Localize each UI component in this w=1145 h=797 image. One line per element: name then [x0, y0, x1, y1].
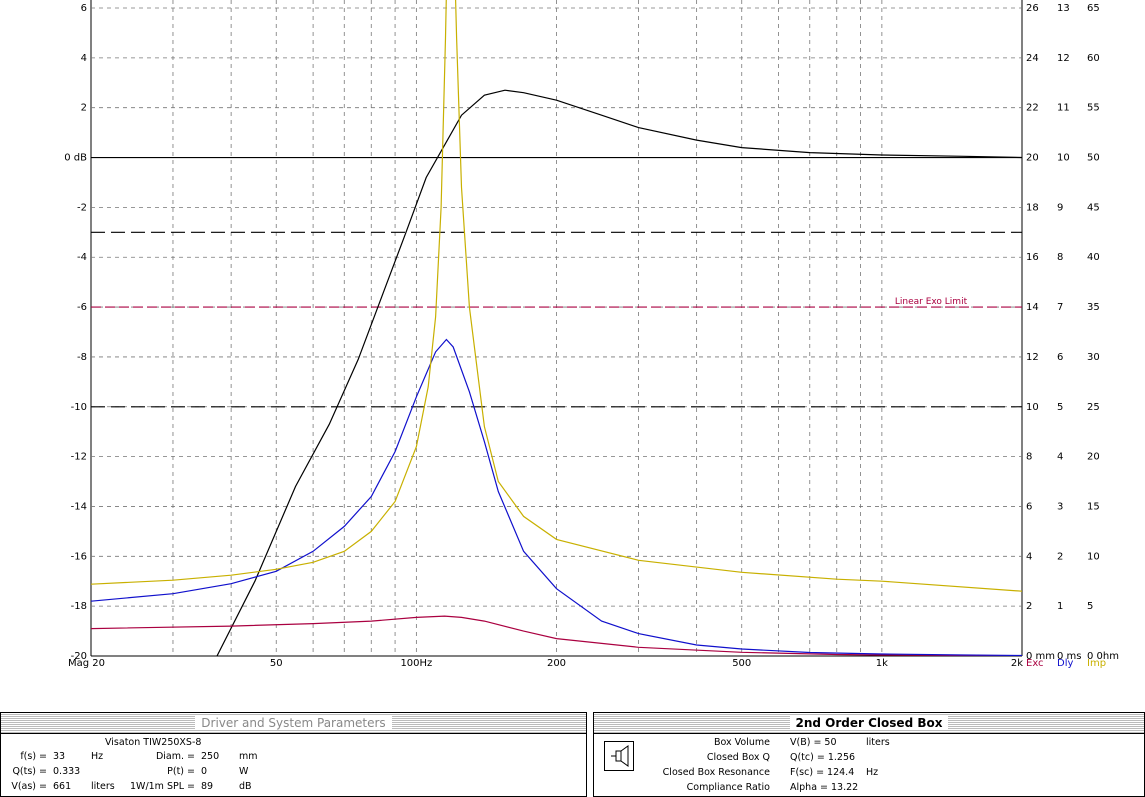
right-axis-tick-exc: 8	[1026, 452, 1032, 463]
frequency-response-chart: Linear Exo Limit 6 4 2 0 dB -2 -4 -6 -8 -10 -12 -14…	[0, 0, 1145, 700]
y-tick-label: 6	[81, 3, 87, 14]
y-tick-label: -10	[71, 402, 87, 413]
right-axis-tick-dly: 7	[1057, 302, 1063, 313]
box-param-label: Closed Box Q	[706, 752, 770, 763]
right-axis-tick-exc: 10	[1026, 402, 1039, 413]
param-value[interactable]: 89	[201, 781, 213, 792]
y-tick-label: -12	[71, 452, 87, 463]
right-axis-tick-imp: 55	[1087, 103, 1100, 114]
param-value[interactable]: 0.333	[53, 766, 80, 777]
right-axis-tick-dly: 8	[1057, 252, 1063, 263]
box-param-label: Compliance Ratio	[686, 782, 770, 793]
box-param-label: Box Volume	[713, 737, 770, 748]
param-value[interactable]: 33	[53, 751, 65, 762]
panel-title-text: Driver and System Parameters	[195, 716, 392, 730]
right-axis-tick-imp: 65	[1087, 3, 1100, 14]
y-tick-label: -18	[71, 601, 87, 612]
right-axis-tick-imp: 45	[1087, 202, 1100, 213]
box-param-value[interactable]: V(B) = 50	[790, 737, 837, 748]
right-axis-tick-dly: 4	[1057, 452, 1063, 463]
right-axis-tick-imp: 60	[1087, 53, 1100, 64]
right-axis-tick-exc: 12	[1026, 352, 1039, 363]
param-label: Diam. =	[155, 751, 195, 762]
y-tick-label: -8	[77, 352, 87, 363]
param-label: P(t) =	[167, 766, 195, 777]
right-axis-tick-imp: 30	[1087, 352, 1100, 363]
right-axis-tick-imp: 10	[1087, 551, 1100, 562]
right-axis-footer-dly: Dly	[1057, 658, 1073, 669]
box-param-value[interactable]: Alpha = 13.22	[790, 782, 858, 793]
x-tick-label: 50	[270, 658, 283, 669]
right-axis-tick-dly: 3	[1057, 501, 1063, 512]
x-tick-label: 1k	[876, 658, 888, 669]
chart-svg: Linear Exo Limit 6 4 2 0 dB -2 -4 -6 -8 -10 -12 -14…	[64, 0, 1119, 669]
param-unit: W	[239, 766, 249, 777]
driver-parameters-panel: Driver and System Parameters Visaton TIW…	[0, 712, 587, 797]
box-param-value[interactable]: F(sc) = 124.4	[790, 767, 854, 778]
param-label: V(as) =	[11, 781, 47, 792]
right-axis-footer-imp: Imp	[1087, 658, 1106, 669]
y-tick-label: 0 dB	[64, 153, 87, 164]
y-tick-label: -14	[71, 501, 87, 512]
right-axis-tick-imp: 5	[1087, 601, 1093, 612]
right-axis-tick-exc: 24	[1026, 53, 1039, 64]
y-tick-label: -6	[77, 302, 87, 313]
y-tick-label: -2	[77, 202, 87, 213]
right-axis-tick-dly: 9	[1057, 202, 1063, 213]
y-tick-label: -4	[77, 252, 87, 263]
right-axis-tick-imp: 35	[1087, 302, 1100, 313]
param-label: 1W/1m SPL =	[130, 781, 195, 792]
right-axis-tick-dly: 13	[1057, 3, 1070, 14]
series-magnitude-line	[216, 89, 1022, 656]
right-axis-tick-dly: 10	[1057, 153, 1070, 164]
param-unit: Hz	[91, 751, 104, 762]
right-axis-tick-imp: 20	[1087, 452, 1100, 463]
y-tick-label: 2	[81, 103, 87, 114]
right-axis-tick-imp: 15	[1087, 501, 1100, 512]
driver-name[interactable]: Visaton TIW250XS-8	[105, 737, 201, 748]
panel-title-text: 2nd Order Closed Box	[789, 716, 949, 730]
box-param-unit: liters	[866, 737, 890, 748]
right-axis-tick-exc: 20	[1026, 153, 1039, 164]
x-tick-label: 200	[547, 658, 566, 669]
right-axis-tick-imp: 50	[1087, 153, 1100, 164]
y-tick-label: -16	[71, 551, 87, 562]
right-axis-tick-dly: 2	[1057, 551, 1063, 562]
right-axis-tick-imp: 40	[1087, 252, 1100, 263]
closed-box-panel: 2nd Order Closed Box Box Volume V(B) = 5…	[593, 712, 1145, 797]
param-label: f(s) =	[20, 751, 47, 762]
right-axis-tick-exc: 22	[1026, 103, 1039, 114]
right-axis-tick-dly: 11	[1057, 103, 1070, 114]
x-tick-label: 100Hz	[400, 658, 432, 669]
right-axis-tick-dly: 12	[1057, 53, 1070, 64]
y-tick-label: 4	[81, 53, 87, 64]
box-param-value[interactable]: Q(tc) = 1.256	[790, 752, 855, 763]
x-tick-label: 500	[732, 658, 751, 669]
right-axis-tick-dly: 5	[1057, 402, 1063, 413]
param-value[interactable]: 661	[53, 781, 71, 792]
x-tick-label: Mag 20	[68, 658, 105, 669]
box-param-label: Closed Box Resonance	[662, 767, 770, 778]
right-axis-tick-dly: 1	[1057, 601, 1063, 612]
right-axis-tick-exc: 16	[1026, 252, 1039, 263]
right-axis-footer-exc: Exc	[1026, 658, 1044, 669]
box-param-unit: Hz	[866, 767, 879, 778]
driver-parameters-title: Driver and System Parameters	[1, 713, 586, 734]
right-axis-tick-exc: 2	[1026, 601, 1032, 612]
param-unit: dB	[239, 781, 252, 792]
right-axis-tick-exc: 6	[1026, 501, 1032, 512]
right-axis-tick-exc: 18	[1026, 202, 1039, 213]
reference-line-label: Linear Exo Limit	[895, 297, 968, 307]
x-tick-label: 2k	[1011, 658, 1023, 669]
param-label: Q(ts) =	[12, 766, 47, 777]
right-axis-tick-exc: 14	[1026, 302, 1039, 313]
param-value[interactable]: 0	[201, 766, 207, 777]
param-unit: mm	[239, 751, 258, 762]
right-axis-tick-dly: 6	[1057, 352, 1063, 363]
right-axis-tick-exc: 26	[1026, 3, 1039, 14]
right-axis-tick-imp: 25	[1087, 402, 1100, 413]
closed-box-title: 2nd Order Closed Box	[594, 713, 1144, 734]
right-axis-tick-exc: 4	[1026, 551, 1032, 562]
param-value[interactable]: 250	[201, 751, 219, 762]
